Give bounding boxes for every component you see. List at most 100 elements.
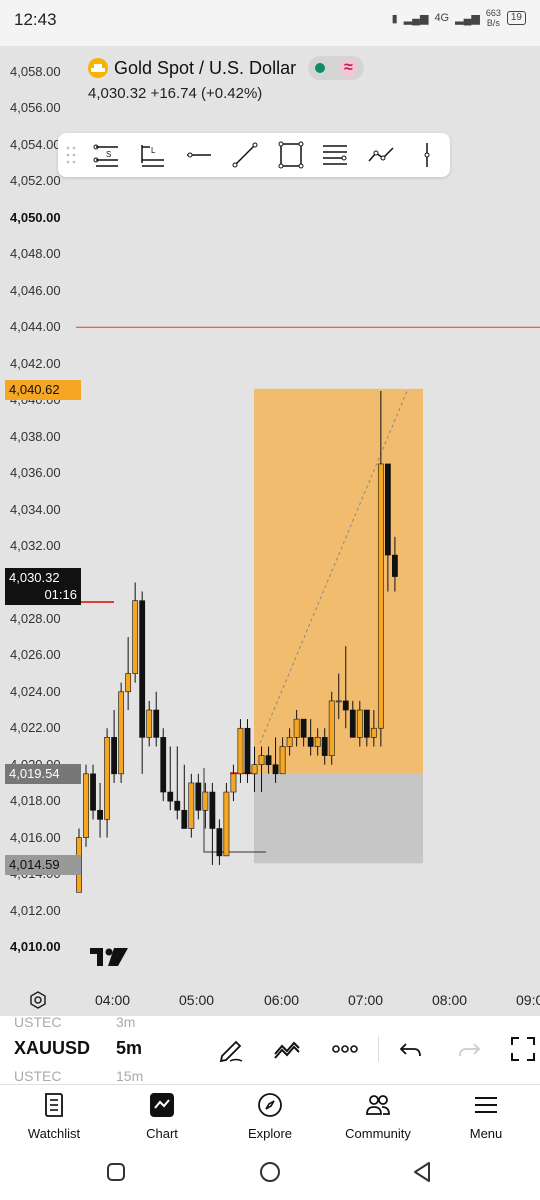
nav-menu[interactable]: Menu xyxy=(436,1091,536,1141)
path-icon[interactable] xyxy=(366,141,396,169)
watchlist-icon xyxy=(45,1093,63,1117)
delayed-data-icon: ≈ xyxy=(339,59,357,77)
price-axis-label: 4,024.00 xyxy=(10,683,61,699)
candle-body xyxy=(118,691,125,775)
candle-body xyxy=(391,554,398,577)
interval-picker-prev[interactable]: 3m xyxy=(116,1014,135,1030)
settings-icon[interactable] xyxy=(28,990,48,1010)
interval-picker-next[interactable]: 15m xyxy=(116,1068,143,1084)
price-axis-label: 4,026.00 xyxy=(10,647,61,663)
price-axis-label: 4,048.00 xyxy=(10,246,61,262)
time-label: 05:00 xyxy=(179,992,215,1008)
time-label: 09:0 xyxy=(516,992,540,1008)
candle-body xyxy=(314,737,321,747)
candle-body xyxy=(272,764,279,775)
undo-icon[interactable] xyxy=(396,1034,426,1064)
time-label: 04:00 xyxy=(95,992,131,1008)
last-price: 4,030.32 xyxy=(9,570,60,585)
symbol-header[interactable]: Gold Spot / U.S. Dollar ≈ xyxy=(88,56,365,80)
candle-body xyxy=(167,791,174,802)
pencil-icon[interactable] xyxy=(216,1034,246,1064)
redo-icon[interactable] xyxy=(454,1034,484,1064)
market-open-icon xyxy=(315,63,326,73)
nav-chart[interactable]: Chart xyxy=(112,1091,212,1141)
drag-handle-icon[interactable] xyxy=(66,145,76,165)
info-line-s-icon[interactable]: S xyxy=(92,141,122,169)
community-icon xyxy=(366,1095,390,1115)
trend-line-icon[interactable] xyxy=(230,141,260,169)
tradingview-logo xyxy=(90,948,128,966)
rectangle-icon[interactable] xyxy=(276,141,306,169)
price-axis-label: 4,046.00 xyxy=(10,282,61,298)
candle-body xyxy=(97,809,103,820)
menu-icon xyxy=(475,1097,497,1113)
price-axis-label: 4,042.00 xyxy=(10,355,61,371)
bottom-navigation: Watchlist Chart Explore Community Menu xyxy=(0,1084,540,1145)
price-axis-label: 4,012.00 xyxy=(10,902,61,918)
nav-watchlist[interactable]: Watchlist xyxy=(4,1091,104,1141)
candle-body xyxy=(83,773,89,838)
recents-icon[interactable] xyxy=(104,1160,128,1184)
interval-picker[interactable]: 5m xyxy=(116,1038,142,1059)
candle-body xyxy=(195,782,202,811)
candle-body xyxy=(125,673,132,693)
indicators-icon[interactable] xyxy=(272,1034,302,1064)
entry-price-tag: 4,019.54 xyxy=(5,764,81,784)
more-icon[interactable] xyxy=(330,1034,360,1064)
vertical-line-icon[interactable] xyxy=(412,141,442,169)
candle-body xyxy=(279,746,286,775)
nav-label: Watchlist xyxy=(27,1126,81,1141)
home-icon[interactable] xyxy=(258,1160,282,1184)
horizontal-line-icon[interactable] xyxy=(184,141,214,169)
system-navigation xyxy=(0,1144,540,1200)
back-icon[interactable] xyxy=(410,1160,434,1184)
price-axis-label: 4,022.00 xyxy=(10,720,61,736)
price-axis-label: 4,050.00 xyxy=(10,209,61,225)
candle-body xyxy=(335,700,342,703)
candle-body xyxy=(258,755,265,766)
parallel-lines-icon[interactable] xyxy=(320,141,350,169)
chart-icon xyxy=(150,1093,174,1117)
gold-bars-icon xyxy=(88,58,108,78)
price-axis-label: 4,034.00 xyxy=(10,501,61,517)
price-axis-label: 4,056.00 xyxy=(10,100,61,116)
info-line-l-icon[interactable]: L xyxy=(138,141,168,169)
price-quote: 4,030.32 +16.74 (+0.42%) xyxy=(88,85,263,102)
bar-countdown: 01:16 xyxy=(44,587,77,602)
market-status-pill[interactable]: ≈ xyxy=(308,56,365,80)
candle-body xyxy=(146,709,153,738)
candle-body xyxy=(363,709,370,738)
candle-body xyxy=(111,737,117,775)
symbol-picker[interactable]: XAUUSD xyxy=(14,1038,90,1059)
candle-body xyxy=(293,718,300,738)
fullscreen-icon[interactable] xyxy=(508,1034,538,1064)
nav-explore[interactable]: Explore xyxy=(220,1091,320,1141)
candle-body xyxy=(216,828,223,857)
drawing-toolbar[interactable]: S L xyxy=(58,133,450,177)
candle-body xyxy=(132,600,139,674)
price-axis-label: 4,044.00 xyxy=(10,319,61,335)
candle-body xyxy=(209,791,216,829)
nav-community[interactable]: Community xyxy=(328,1091,428,1141)
candle-body xyxy=(356,709,363,738)
symbol-picker-next[interactable]: USTEC xyxy=(14,1068,61,1084)
candle-body xyxy=(300,718,307,738)
time-label: 06:00 xyxy=(264,992,300,1008)
divider xyxy=(378,1036,379,1062)
price-axis-label: 4,052.00 xyxy=(10,173,61,189)
candle-body xyxy=(230,773,237,793)
symbol-picker-prev[interactable]: USTEC xyxy=(14,1014,61,1030)
price-axis-label: 4,016.00 xyxy=(10,829,61,845)
symbol-title: Gold Spot / U.S. Dollar xyxy=(114,57,297,78)
candle-body xyxy=(188,782,195,829)
candle-body xyxy=(384,463,391,556)
candle-body xyxy=(90,773,96,811)
candle-body xyxy=(139,600,146,738)
candle-body xyxy=(342,700,349,711)
candle-body xyxy=(153,709,160,738)
candle-body xyxy=(223,791,230,857)
price-axis-label: 4,032.00 xyxy=(10,537,61,553)
candle-body xyxy=(174,800,181,811)
candle-body xyxy=(370,727,377,738)
price-axis-label: 4,028.00 xyxy=(10,610,61,626)
